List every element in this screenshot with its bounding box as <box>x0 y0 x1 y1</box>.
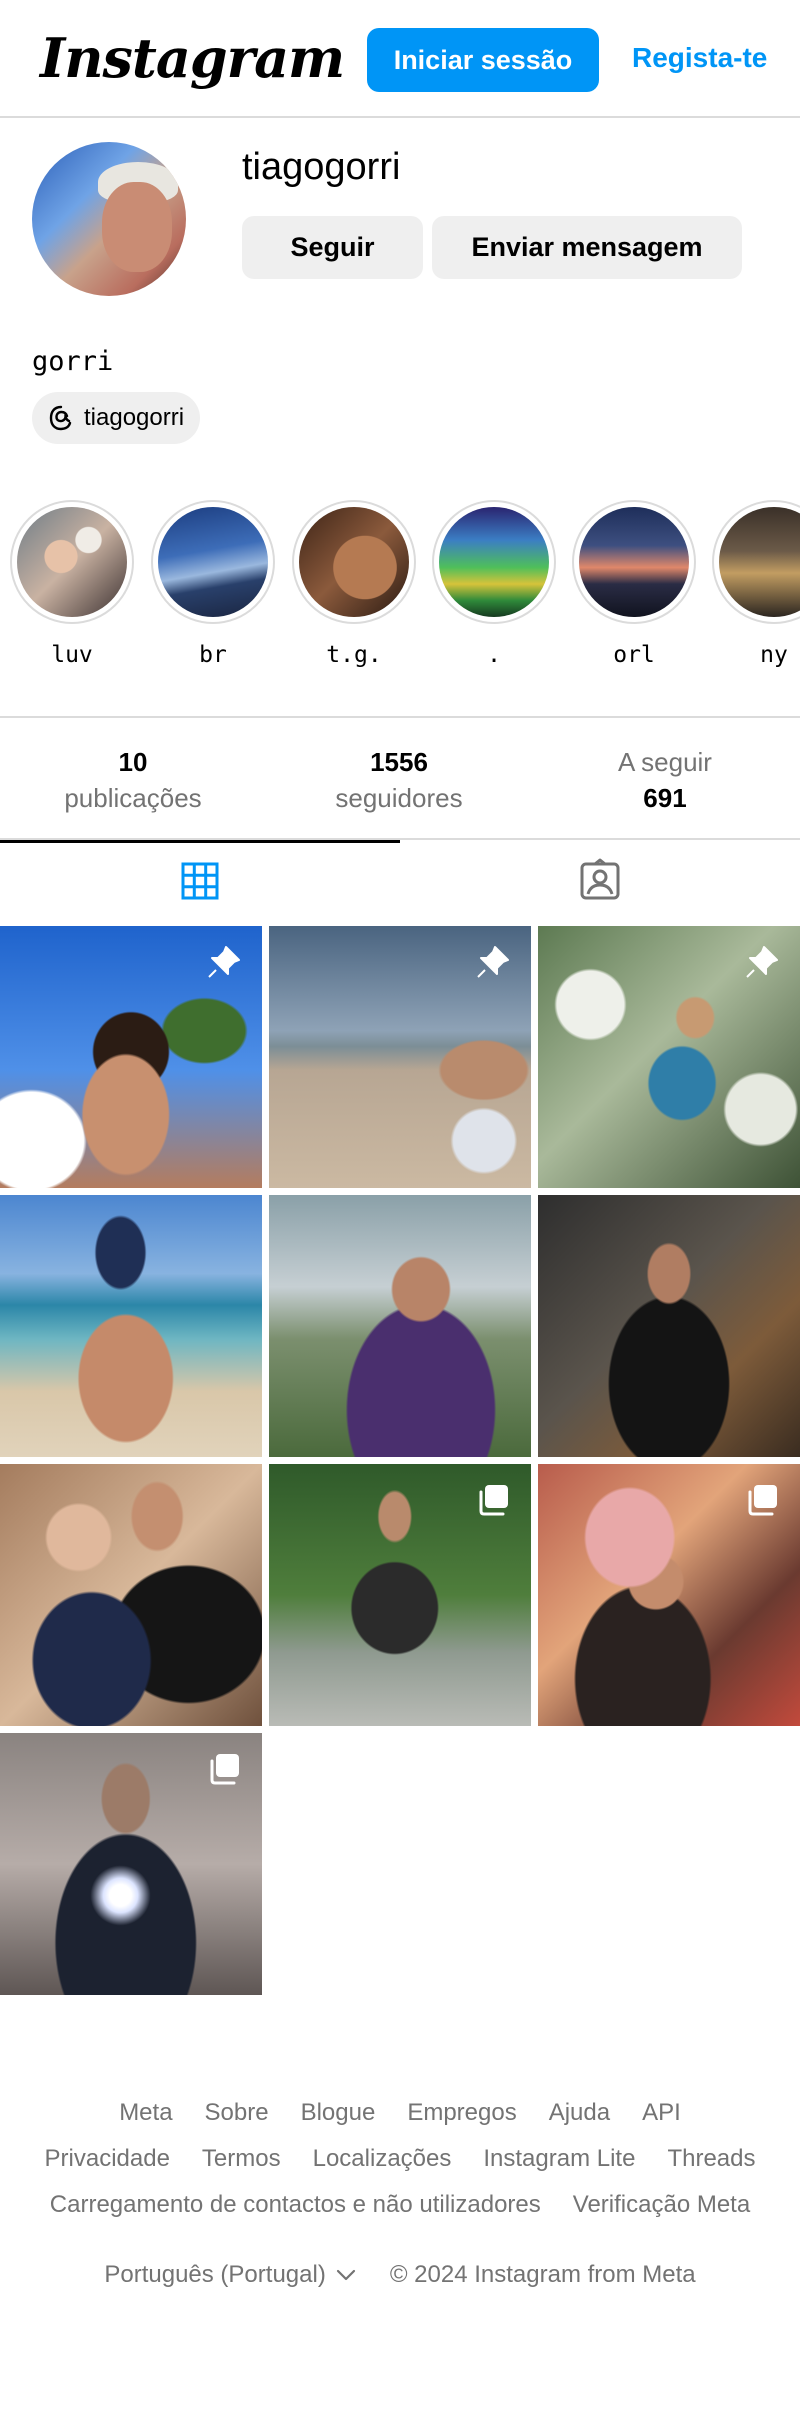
following-count: 691 <box>643 783 687 813</box>
highlight-cover <box>17 507 127 617</box>
highlight-cover <box>299 507 409 617</box>
footer: Meta Sobre Blogue Empregos Ajuda API Pri… <box>0 2090 800 2298</box>
profile-stats: 10 publicações 1556 seguidores A seguir … <box>0 716 800 840</box>
post-tile[interactable] <box>0 1195 262 1457</box>
footer-link[interactable]: Meta <box>119 2090 172 2136</box>
footer-link[interactable]: Localizações <box>313 2136 452 2182</box>
highlight-label: t.g. <box>326 642 382 668</box>
footer-link[interactable]: Privacidade <box>45 2136 170 2182</box>
highlight-label: orl <box>613 642 655 668</box>
highlight-tg[interactable]: t.g. <box>292 500 416 668</box>
posts-count: 10 <box>118 747 148 777</box>
highlight-br[interactable]: br <box>151 500 275 668</box>
footer-link[interactable]: Termos <box>202 2136 281 2182</box>
instagram-logo[interactable]: Instagram <box>40 26 345 90</box>
posts-label: publicações <box>64 783 202 813</box>
send-message-button[interactable]: Enviar mensagem <box>432 216 742 279</box>
top-bar: Instagram Iniciar sessão Regista-te <box>0 0 800 118</box>
login-button[interactable]: Iniciar sessão <box>367 28 599 92</box>
footer-link[interactable]: Empregos <box>407 2090 516 2136</box>
footer-link[interactable]: Carregamento de contactos e não utilizad… <box>50 2182 541 2228</box>
highlight-label: ny <box>760 642 788 668</box>
footer-link[interactable]: Sobre <box>205 2090 269 2136</box>
highlight-cover <box>439 507 549 617</box>
followers-label: seguidores <box>335 783 463 813</box>
threads-icon <box>46 403 76 433</box>
following-label: A seguir <box>618 747 712 777</box>
highlight-label: br <box>199 642 227 668</box>
threads-link[interactable]: tiagogorri <box>32 392 201 444</box>
footer-link[interactable]: Threads <box>667 2136 755 2182</box>
carousel-icon <box>473 1480 513 1520</box>
pin-icon <box>473 942 513 982</box>
followers-stat[interactable]: 1556 seguidores <box>266 744 532 816</box>
posts-stat: 10 publicações <box>0 744 266 816</box>
footer-link[interactable]: Instagram Lite <box>483 2136 635 2182</box>
highlight-dot[interactable]: . <box>432 500 556 668</box>
profile-tabs <box>0 840 800 924</box>
signup-link[interactable]: Regista-te <box>632 42 767 74</box>
following-stat[interactable]: A seguir 691 <box>532 744 798 816</box>
grid-icon <box>180 861 220 906</box>
profile-avatar[interactable] <box>32 142 186 296</box>
tagged-icon <box>578 858 622 907</box>
chevron-down-icon <box>336 2252 356 2298</box>
post-tile[interactable] <box>269 926 531 1188</box>
post-tile[interactable] <box>538 1195 800 1457</box>
highlight-label: luv <box>51 642 93 668</box>
carousel-icon <box>742 1480 782 1520</box>
pin-icon <box>204 942 244 982</box>
tab-tagged[interactable] <box>400 840 800 924</box>
highlight-orl[interactable]: orl <box>572 500 696 668</box>
footer-bottom: Português (Portugal) © 2024 Instagram fr… <box>0 2252 800 2298</box>
language-label: Português (Portugal) <box>104 2261 326 2288</box>
footer-links-row-2: Privacidade Termos Localizações Instagra… <box>0 2136 800 2182</box>
post-tile[interactable] <box>0 1733 262 1995</box>
pin-icon <box>742 942 782 982</box>
followers-count: 1556 <box>370 747 428 777</box>
footer-links-row-1: Meta Sobre Blogue Empregos Ajuda API <box>0 2090 800 2136</box>
post-tile[interactable] <box>538 926 800 1188</box>
footer-link[interactable]: Verificação Meta <box>573 2182 750 2228</box>
highlight-cover <box>158 507 268 617</box>
highlight-cover <box>719 507 800 617</box>
threads-handle: tiagogorri <box>84 404 185 431</box>
post-tile[interactable] <box>0 926 262 1188</box>
highlight-luv[interactable]: luv <box>10 500 134 668</box>
highlight-label: . <box>487 642 501 668</box>
footer-links-row-3: Carregamento de contactos e não utilizad… <box>0 2182 800 2228</box>
highlight-cover <box>579 507 689 617</box>
post-tile[interactable] <box>269 1195 531 1457</box>
language-selector[interactable]: Português (Portugal) <box>104 2252 355 2298</box>
copyright: © 2024 Instagram from Meta <box>389 2261 696 2288</box>
highlight-ny[interactable]: ny <box>712 500 800 668</box>
carousel-icon <box>204 1749 244 1789</box>
tab-posts[interactable] <box>0 840 400 924</box>
follow-button[interactable]: Seguir <box>242 216 423 279</box>
footer-link[interactable]: Blogue <box>301 2090 376 2136</box>
story-highlights: luv br t.g. . orl ny <box>0 500 800 680</box>
footer-link[interactable]: Ajuda <box>549 2090 610 2136</box>
profile-username: tiagogorri <box>242 146 401 188</box>
post-tile[interactable] <box>0 1464 262 1726</box>
profile-full-name: gorri <box>32 346 114 377</box>
post-tile[interactable] <box>538 1464 800 1726</box>
post-tile[interactable] <box>269 1464 531 1726</box>
footer-link[interactable]: API <box>642 2090 681 2136</box>
